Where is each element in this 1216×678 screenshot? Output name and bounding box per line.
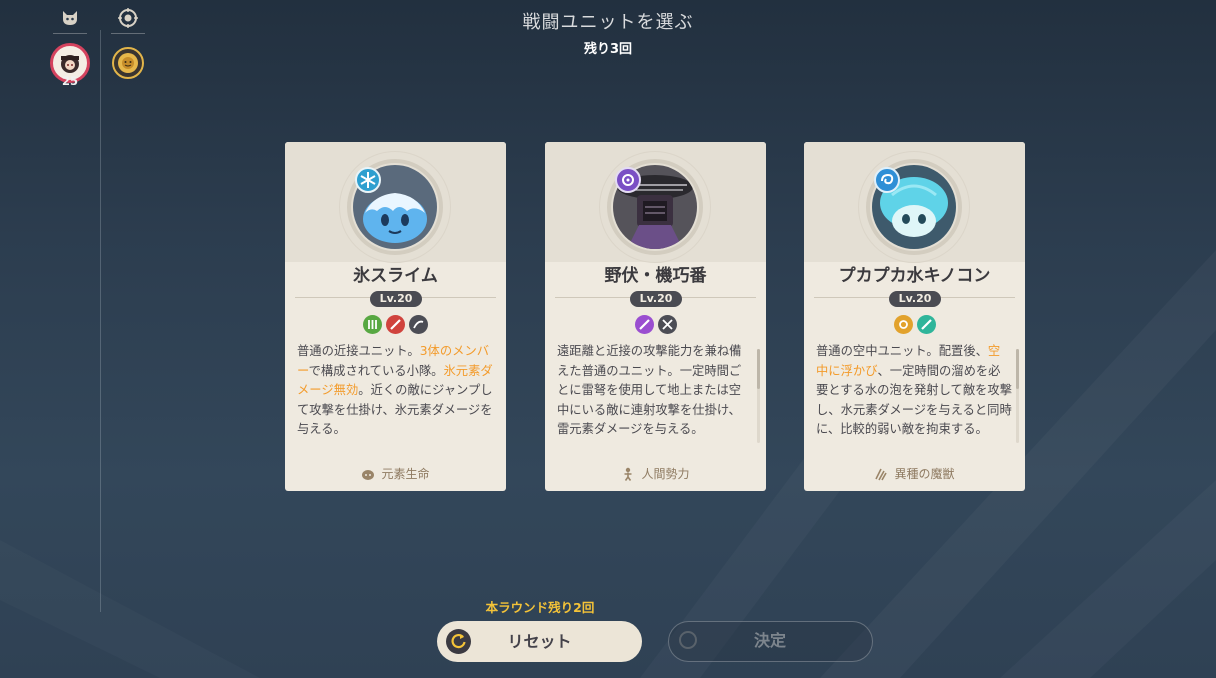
unit-name: プカプカ水キノコン xyxy=(838,266,991,286)
unit-description: 遠距離と近接の攻撃能力を兼ね備えた普通のユニット。一定時間ごとに雷弩を使用して地… xyxy=(557,344,742,436)
unit-level: Lv.20 xyxy=(889,291,941,307)
trait-icons xyxy=(545,315,766,334)
jump-icon xyxy=(409,315,428,334)
unit-card-nobushi[interactable]: 野伏・機巧番 Lv.20 遠距離と近接の攻撃能力を兼ね備えた普通のユニット。一定… xyxy=(545,142,766,491)
claw-icon xyxy=(874,467,888,484)
player-level: 25 xyxy=(61,74,78,88)
hydro-damage-icon xyxy=(916,315,936,334)
unit-name: 野伏・機巧番 xyxy=(604,266,707,286)
remaining-count: 残り3回 xyxy=(583,42,633,57)
unit-category: 人間勢力 xyxy=(545,465,766,484)
unit-name: 氷スライム xyxy=(353,266,438,286)
ranged-melee-icon xyxy=(657,315,677,334)
unit-level: Lv.20 xyxy=(370,291,422,307)
cryo-element-icon xyxy=(355,167,381,193)
human-icon xyxy=(621,467,635,484)
page-title: 戦闘ユニットを選ぶ xyxy=(522,12,694,33)
trait-icons xyxy=(804,315,1025,334)
melee-icon xyxy=(363,315,382,334)
unit-category: 異種の魔獣 xyxy=(804,465,1025,484)
unit-level: Lv.20 xyxy=(630,291,682,307)
scrollbar-thumb[interactable] xyxy=(757,349,760,389)
electro-element-icon xyxy=(615,167,641,193)
unit-description: 普通の近接ユニット。3体のメンバーで構成されている小隊。氷元素ダメージ無効。近く… xyxy=(297,344,493,436)
scrollbar-thumb[interactable] xyxy=(1016,349,1019,389)
airborne-icon xyxy=(893,315,913,334)
description-scrollbar[interactable] xyxy=(757,349,760,443)
electro-damage-icon xyxy=(634,315,654,334)
slime-icon xyxy=(361,467,375,484)
confirm-button[interactable]: 決定 xyxy=(668,621,873,662)
trait-icons xyxy=(285,315,506,334)
sidebar-divider xyxy=(100,30,101,612)
unit-description: 普通の空中ユニット。配置後、空中に浮かび、一定時間の溜めを必要とする水の泡を発射… xyxy=(816,344,1012,436)
unit-card-ice-slime[interactable]: 氷スライム Lv.20 普通の近接ユニット。3体のメンバーで構成されている小隊。… xyxy=(285,142,506,491)
description-scrollbar[interactable] xyxy=(1016,349,1019,443)
unit-card-hydro-fungus[interactable]: プカプカ水キノコン Lv.20 普通の空中ユニット。配置後、空中に浮かび、一定時… xyxy=(804,142,1025,491)
confirm-label: 決定 xyxy=(753,631,786,650)
reset-button[interactable]: リセット xyxy=(437,621,642,662)
reset-label: リセット xyxy=(507,632,572,651)
round-remaining-hint: 本ラウンド残り2回 xyxy=(485,600,595,615)
hydro-element-icon xyxy=(874,167,900,193)
ice-damage-icon xyxy=(386,315,405,334)
unit-category: 元素生命 xyxy=(285,465,506,484)
